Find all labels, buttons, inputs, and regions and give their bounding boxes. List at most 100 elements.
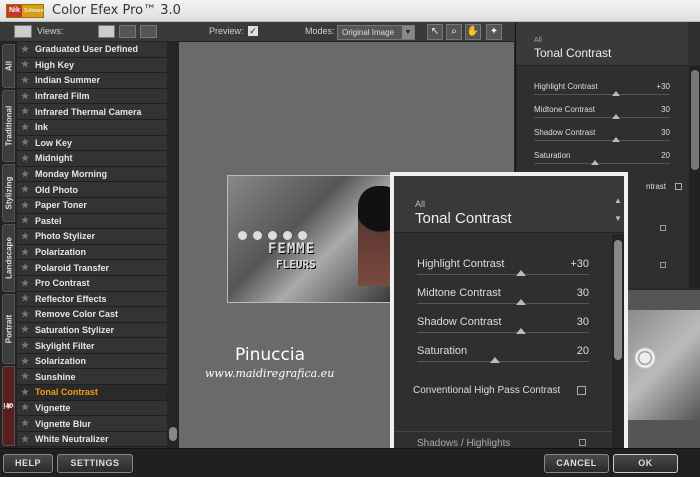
up-arrow-icon[interactable]: ▲ bbox=[613, 196, 623, 205]
slider-track[interactable] bbox=[534, 140, 670, 141]
scroll-thumb[interactable] bbox=[169, 427, 177, 441]
favorite-star-icon[interactable]: ★ bbox=[21, 340, 29, 351]
slider-saturation[interactable]: Saturation 20 bbox=[534, 151, 670, 165]
favorite-star-icon[interactable]: ★ bbox=[21, 324, 29, 335]
slider-track[interactable] bbox=[417, 303, 589, 304]
filter-item[interactable]: ★ Midnight bbox=[17, 151, 167, 167]
filter-item[interactable]: ★ Pastel bbox=[17, 213, 167, 230]
tab-landscape[interactable]: Landscape bbox=[2, 224, 15, 292]
expand-arrow-icon[interactable] bbox=[660, 225, 666, 231]
favorite-star-icon[interactable]: ★ bbox=[21, 122, 29, 133]
popup-scrollbar[interactable] bbox=[612, 234, 624, 448]
scroll-thumb[interactable] bbox=[614, 240, 622, 360]
filter-item[interactable]: ★ Infrared Thermal Camera bbox=[17, 104, 167, 120]
filter-item[interactable]: ★ Polarization bbox=[17, 244, 167, 261]
slider-handle[interactable] bbox=[516, 270, 527, 276]
filter-item[interactable]: ★ Indian Summer bbox=[17, 73, 167, 89]
slider-handle[interactable] bbox=[611, 114, 620, 119]
tab-stylizing[interactable]: Stylizing bbox=[2, 164, 15, 222]
settings-scrollbar[interactable] bbox=[689, 66, 700, 288]
slider-handle[interactable] bbox=[490, 357, 501, 363]
favorite-star-icon[interactable]: ★ bbox=[21, 356, 29, 367]
filter-item[interactable]: ★ Monday Morning bbox=[17, 166, 167, 183]
filter-item[interactable]: ★ Pro Contrast bbox=[17, 275, 167, 292]
favorite-star-icon[interactable]: ★ bbox=[21, 44, 29, 55]
favorite-star-icon[interactable]: ★ bbox=[21, 59, 29, 70]
favorite-star-icon[interactable]: ★ bbox=[21, 278, 29, 289]
favorite-star-icon[interactable]: ★ bbox=[21, 309, 29, 320]
favorite-star-icon[interactable]: ★ bbox=[21, 371, 29, 382]
slider-track[interactable] bbox=[534, 163, 670, 164]
slider-highlight-contrast[interactable]: Highlight Contrast +30 bbox=[417, 258, 589, 276]
favorite-star-icon[interactable]: ★ bbox=[21, 215, 29, 226]
slider-handle[interactable] bbox=[591, 160, 600, 165]
slider-shadow-contrast[interactable]: Shadow Contrast 30 bbox=[534, 128, 670, 142]
slider-track[interactable] bbox=[534, 117, 670, 118]
preview-checkbox[interactable]: ✓ bbox=[248, 26, 258, 36]
favorite-star-icon[interactable]: ★ bbox=[21, 153, 29, 164]
help-button[interactable]: HELP bbox=[3, 454, 53, 473]
slider-track[interactable] bbox=[417, 332, 589, 333]
favorite-star-icon[interactable]: ★ bbox=[21, 418, 29, 429]
slider-highlight-contrast[interactable]: Highlight Contrast +30 bbox=[534, 82, 670, 96]
filter-item[interactable]: ★ Polaroid Transfer bbox=[17, 260, 167, 276]
slider-handle[interactable] bbox=[611, 137, 620, 142]
slider-track[interactable] bbox=[417, 274, 589, 275]
filter-item[interactable]: ★ Graduated User Defined bbox=[17, 42, 167, 58]
hand-icon[interactable]: ✋ bbox=[465, 24, 481, 40]
high-pass-checkbox[interactable] bbox=[577, 386, 586, 395]
favorite-star-icon[interactable]: ★ bbox=[21, 169, 29, 180]
filter-item[interactable]: ★ Vignette Blur bbox=[17, 416, 167, 432]
favorite-star-icon[interactable]: ★ bbox=[21, 434, 29, 445]
slider-midtone-contrast[interactable]: Midtone Contrast 30 bbox=[534, 105, 670, 119]
favorite-star-icon[interactable]: ★ bbox=[21, 402, 29, 413]
favorite-star-icon[interactable]: ★ bbox=[21, 106, 29, 117]
slider-saturation[interactable]: Saturation 20 bbox=[417, 345, 589, 363]
slider-midtone-contrast[interactable]: Midtone Contrast 30 bbox=[417, 287, 589, 305]
filter-item[interactable]: ★ Saturation Stylizer bbox=[17, 322, 167, 339]
split-view-icon[interactable] bbox=[119, 25, 136, 38]
filter-item[interactable]: ★ Tonal Contrast bbox=[17, 385, 167, 401]
filter-item[interactable]: ★ Remove Color Cast bbox=[17, 307, 167, 323]
shadows-highlights-section[interactable]: Shadows / Highlights bbox=[417, 438, 510, 448]
filter-item[interactable]: ★ Vignette bbox=[17, 400, 167, 417]
ok-button[interactable]: OK bbox=[613, 454, 678, 473]
favorite-star-icon[interactable]: ★ bbox=[21, 293, 29, 304]
app-view-icon[interactable] bbox=[14, 25, 32, 38]
settings-button[interactable]: SETTINGS bbox=[57, 454, 133, 473]
slider-track[interactable] bbox=[534, 94, 670, 95]
favorite-star-icon[interactable]: ★ bbox=[21, 200, 29, 211]
filter-item[interactable]: ★ Sunshine bbox=[17, 369, 167, 386]
tab-favorites[interactable]: ★ Favorites bbox=[2, 366, 15, 446]
filter-list-scrollbar[interactable] bbox=[167, 42, 179, 448]
filter-item[interactable]: ★ Reflector Effects bbox=[17, 291, 167, 308]
favorite-star-icon[interactable]: ★ bbox=[21, 387, 29, 398]
tab-traditional[interactable]: Traditional bbox=[2, 90, 15, 162]
tab-all[interactable]: All bbox=[2, 44, 15, 88]
favorite-star-icon[interactable]: ★ bbox=[21, 231, 29, 242]
slider-shadow-contrast[interactable]: Shadow Contrast 30 bbox=[417, 316, 589, 334]
filter-item[interactable]: ★ Skylight Filter bbox=[17, 338, 167, 354]
filter-item[interactable]: ★ Old Photo bbox=[17, 182, 167, 198]
loupe-icon[interactable]: ✦ bbox=[486, 24, 502, 40]
expand-arrow-icon[interactable] bbox=[660, 262, 666, 268]
filter-item[interactable]: ★ Paper Toner bbox=[17, 197, 167, 214]
slider-handle[interactable] bbox=[611, 91, 620, 96]
expand-arrow-icon[interactable] bbox=[579, 439, 586, 446]
favorite-star-icon[interactable]: ★ bbox=[21, 262, 29, 273]
tab-portrait[interactable]: Portrait bbox=[2, 294, 15, 364]
favorite-star-icon[interactable]: ★ bbox=[21, 75, 29, 86]
high-pass-checkbox[interactable] bbox=[675, 183, 682, 190]
filter-item[interactable]: ★ Ink bbox=[17, 119, 167, 136]
scroll-thumb[interactable] bbox=[691, 70, 699, 170]
single-view-icon[interactable] bbox=[98, 25, 115, 38]
pointer-icon[interactable]: ↖ bbox=[427, 24, 443, 40]
filter-item[interactable]: ★ Infrared Film bbox=[17, 88, 167, 105]
modes-select[interactable]: Original Image ▼ bbox=[337, 25, 415, 40]
slider-track[interactable] bbox=[417, 361, 589, 362]
zoom-icon[interactable]: ⌕ bbox=[446, 24, 462, 40]
filter-item[interactable]: ★ Solarization bbox=[17, 353, 167, 370]
cancel-button[interactable]: CANCEL bbox=[544, 454, 609, 473]
slider-handle[interactable] bbox=[516, 328, 527, 334]
filter-item[interactable]: ★ White Neutralizer bbox=[17, 431, 167, 448]
